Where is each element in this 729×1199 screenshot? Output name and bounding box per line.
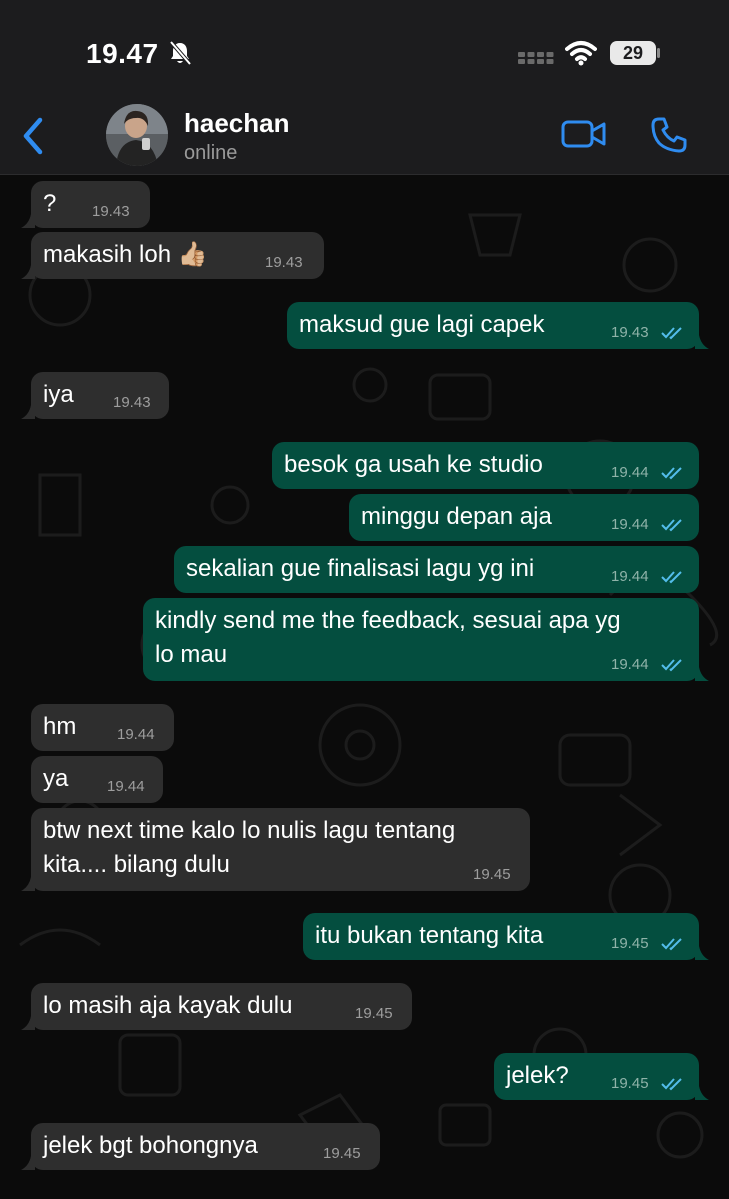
video-call-icon[interactable] [560,116,608,152]
message-time: 19.44 [117,726,155,743]
bubble-tail [21,1156,35,1170]
message-incoming[interactable]: iya 19.43 [21,372,169,419]
back-chevron-icon[interactable] [18,114,48,158]
message-time: 19.44 [611,516,649,533]
bubble-tail [695,335,709,349]
status-bar: 19.47 29 [0,0,729,100]
message-text: btw next time kalo lo nulis lagu tentang… [43,817,456,878]
message-incoming[interactable]: makasih loh 👍🏼 19.43 [21,232,324,279]
read-receipt-icon [661,571,682,584]
read-receipt-icon [661,327,682,340]
message-outgoing[interactable]: itu bukan tentang kita 19.45 [303,913,709,960]
bubble-tail [695,946,709,960]
message-outgoing[interactable]: sekalian gue finalisasi lagu yg ini 19.4… [174,546,699,593]
wifi-icon [565,41,597,66]
message-time: 19.45 [355,1005,393,1022]
message-incoming[interactable]: hm 19.44 [31,704,174,751]
bubble-tail [695,1086,709,1100]
message-time: 19.43 [113,394,151,411]
message-outgoing[interactable]: maksud gue lagi capek 19.43 [287,302,709,349]
message-time: 19.45 [323,1145,361,1162]
message-time: 19.44 [107,778,145,795]
message-incoming[interactable]: ya 19.44 [31,756,163,803]
message-incoming[interactable]: btw next time kalo lo nulis lagu tentang… [21,808,530,891]
message-outgoing[interactable]: minggu depan aja 19.44 [349,494,699,541]
bubble-tail [21,877,35,891]
message-time: 19.43 [92,203,130,220]
message-time: 19.43 [265,254,303,271]
message-text: ? [43,190,57,217]
phone-icon[interactable] [650,116,688,154]
message-list[interactable]: ? 19.43 makasih loh 👍🏼 19.43 maksud gue … [0,175,729,1199]
message-text: sekalian gue finalisasi lagu yg ini [186,555,535,582]
message-text: makasih loh 👍🏼 [43,241,208,268]
avatar[interactable] [106,104,168,166]
message-text: lo masih aja kayak dulu [43,992,293,1019]
read-receipt-icon [661,1078,682,1091]
message-incoming[interactable]: ? 19.43 [21,181,150,228]
message-time: 19.45 [611,935,649,952]
message-text: kindly send me the feedback, sesuai apa … [155,607,621,668]
status-time: 19.47 [86,38,159,69]
contact-name[interactable]: haechan [184,108,290,139]
message-time: 19.43 [611,324,649,341]
bubble-tail [21,1016,35,1030]
message-incoming[interactable]: jelek bgt bohongnya 19.45 [21,1123,380,1170]
message-text: iya [43,381,74,408]
contact-status: online [184,142,238,164]
read-receipt-icon [661,519,682,532]
bubble-tail [21,214,35,228]
message-outgoing[interactable]: jelek? 19.45 [494,1053,709,1100]
read-receipt-icon [661,467,682,480]
chat-header: haechan online [0,100,729,175]
message-time: 19.44 [611,568,649,585]
message-outgoing[interactable]: kindly send me the feedback, sesuai apa … [143,598,709,681]
message-incoming[interactable]: lo masih aja kayak dulu 19.45 [21,983,412,1030]
bubble-tail [21,405,35,419]
bubble-tail [695,667,709,681]
message-text: minggu depan aja [361,503,552,530]
message-text: besok ga usah ke studio [284,451,543,478]
battery-level: 29 [623,43,643,63]
message-text: ya [43,765,69,792]
message-time: 19.44 [611,464,649,481]
silent-bell-icon [169,40,192,66]
message-outgoing[interactable]: besok ga usah ke studio 19.44 [272,442,699,489]
message-time: 19.44 [611,656,649,673]
message-text: hm [43,713,77,740]
message-time: 19.45 [473,866,511,883]
message-text: itu bukan tentang kita [315,922,544,949]
message-text: jelek bgt bohongnya [43,1132,258,1159]
read-receipt-icon [661,659,682,672]
cell-signal-icon [518,52,554,64]
message-time: 19.45 [611,1075,649,1092]
read-receipt-icon [661,938,682,951]
message-text: maksud gue lagi capek [299,311,545,338]
message-text: jelek? [506,1062,569,1089]
battery-icon: 29 [610,41,660,65]
bubble-tail [21,265,35,279]
